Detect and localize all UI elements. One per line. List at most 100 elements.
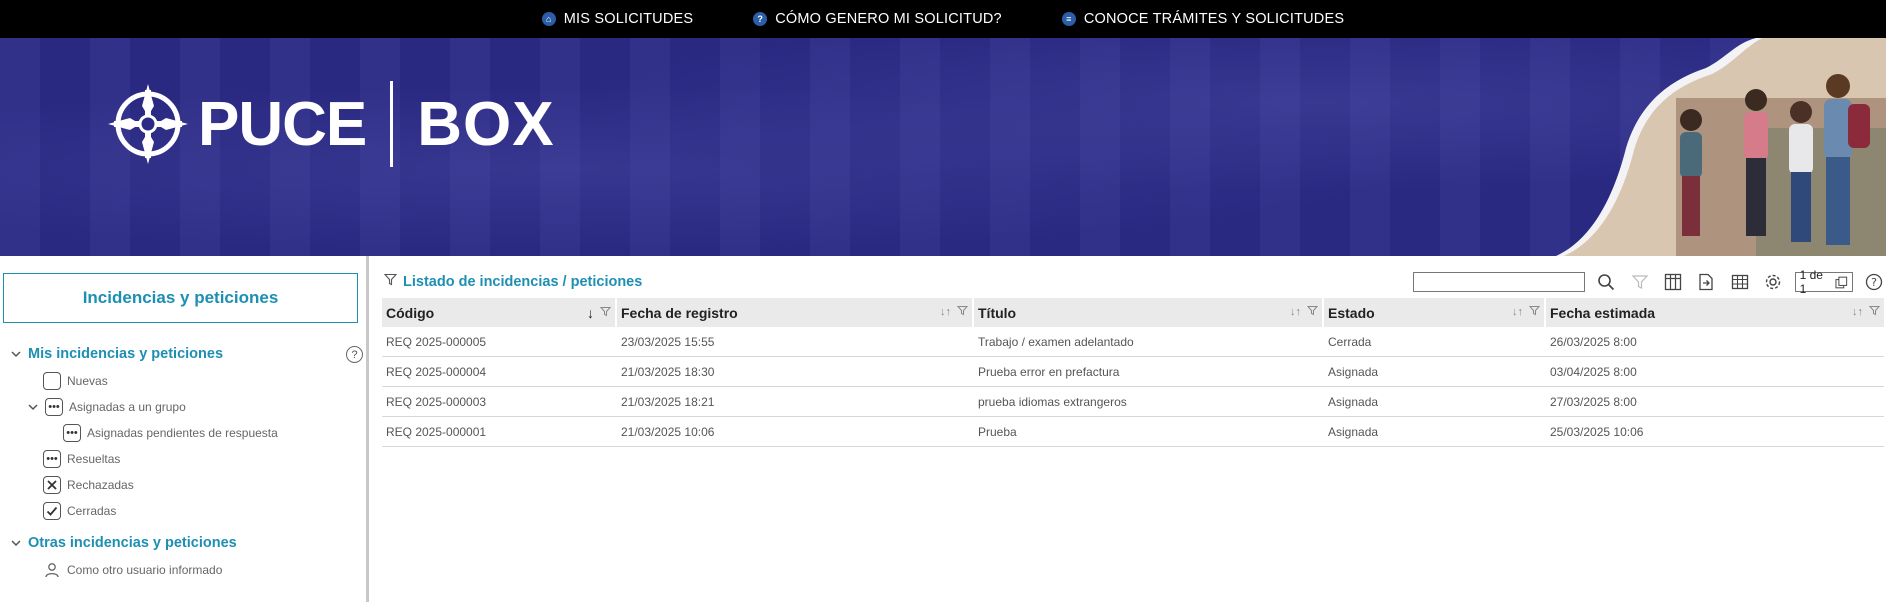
columns-icon[interactable]: [1661, 271, 1684, 293]
chevron-down-icon[interactable]: [10, 348, 22, 360]
tree-item-resueltas[interactable]: ••• Resueltas: [43, 450, 120, 468]
list-header: Listado de incidencias / peticiones: [383, 273, 643, 290]
col-header-fecha-estimada[interactable]: Fecha estimada ↓↑: [1546, 298, 1884, 327]
sort-icon[interactable]: ↓↑: [1852, 306, 1863, 318]
check-square-icon: [43, 502, 61, 520]
sort-icon[interactable]: ↓↑: [940, 306, 951, 318]
chevron-down-icon[interactable]: [27, 401, 39, 413]
sort-icon[interactable]: ↓↑: [1512, 306, 1523, 318]
sidebar-title[interactable]: Incidencias y peticiones: [3, 273, 358, 323]
table-row[interactable]: REQ 2025-000003 21/03/2025 18:21 prueba …: [382, 387, 1884, 417]
cell-codigo: REQ 2025-000003: [386, 394, 487, 409]
tree-item-asignadas-pendientes[interactable]: ••• Asignadas pendientes de respuesta: [63, 424, 278, 442]
nav-mis-solicitudes[interactable]: ⌂ MIS SOLICITUDES: [541, 11, 694, 27]
col-header-label: Título: [978, 304, 1017, 321]
sort-desc-icon[interactable]: ↓: [587, 305, 594, 321]
cell-fecha-registro: 21/03/2025 18:30: [621, 364, 715, 379]
clear-filter-icon[interactable]: [1628, 271, 1651, 293]
col-header-codigo[interactable]: Código ↓: [382, 298, 617, 327]
tree-item-label: Cerradas: [67, 504, 117, 518]
col-header-fecha-registro[interactable]: Fecha de registro ↓↑: [617, 298, 974, 327]
col-header-icons: ↓↑: [1852, 305, 1881, 319]
cell-titulo: prueba idiomas extrangeros: [978, 394, 1127, 409]
tree-item-otro-usuario[interactable]: Como otro usuario informado: [43, 561, 222, 579]
group-otras-incidencias[interactable]: Otras incidencias y peticiones: [10, 535, 237, 551]
user-icon: [43, 561, 61, 579]
filter-icon[interactable]: [599, 306, 612, 320]
tree-item-label: Resueltas: [67, 452, 121, 466]
sidebar: Incidencias y peticiones Mis incidencias…: [0, 256, 369, 602]
col-header-label: Estado: [1328, 304, 1375, 321]
cell-estado: Cerrada: [1328, 334, 1372, 349]
export-icon[interactable]: [1695, 271, 1718, 293]
nav-label: CÓMO GENERO MI SOLICITUD?: [775, 11, 1002, 27]
tree-item-nuevas[interactable]: Nuevas: [43, 372, 108, 390]
tree-item-label: Asignadas pendientes de respuesta: [87, 426, 278, 440]
col-header-icons: ↓: [587, 305, 612, 321]
cell-titulo: Prueba error en prefactura: [978, 364, 1120, 379]
dots-square-icon: •••: [63, 424, 81, 442]
col-header-estado[interactable]: Estado ↓↑: [1324, 298, 1546, 327]
home-icon: ⌂: [541, 12, 556, 26]
puce-emblem-icon: [108, 84, 188, 164]
header-banner: PUCE BOX: [0, 38, 1886, 256]
filter-icon[interactable]: [956, 305, 969, 319]
help-icon[interactable]: ?: [1863, 271, 1886, 293]
table-row[interactable]: REQ 2025-000001 21/03/2025 10:06 Prueba …: [382, 417, 1884, 447]
filter-icon[interactable]: [1868, 305, 1881, 319]
cell-codigo: REQ 2025-000001: [386, 424, 487, 439]
filter-icon[interactable]: [383, 273, 398, 290]
logo-divider: [390, 81, 394, 167]
chevron-down-icon[interactable]: [10, 537, 22, 549]
tree-item-rechazadas[interactable]: Rechazadas: [43, 476, 134, 494]
logo-product: BOX: [417, 89, 555, 159]
nav-label: CONOCE TRÁMITES Y SOLICITUDES: [1083, 11, 1345, 27]
table-view-icon[interactable]: [1728, 271, 1751, 293]
sort-icon[interactable]: ↓↑: [1290, 306, 1301, 318]
cell-fecha-estimada: 26/03/2025 8:00: [1550, 334, 1637, 349]
table-row[interactable]: REQ 2025-000004 21/03/2025 18:30 Prueba …: [382, 357, 1884, 387]
logo-brand: PUCE: [198, 89, 367, 159]
cell-titulo: Trabajo / examen adelantado: [978, 334, 1134, 349]
nav-label: MIS SOLICITUDES: [563, 11, 694, 27]
group-mis-incidencias[interactable]: Mis incidencias y peticiones: [10, 346, 223, 362]
filter-icon[interactable]: [1528, 305, 1541, 319]
svg-text:?: ?: [1871, 276, 1877, 289]
tree-item-cerradas[interactable]: Cerradas: [43, 502, 116, 520]
pagination-box[interactable]: 1 de 1: [1794, 268, 1853, 296]
tree-item-label: Como otro usuario informado: [67, 563, 223, 577]
dots-square-icon: •••: [45, 398, 63, 416]
main-panel: Listado de incidencias / peticiones 1 de…: [372, 256, 1886, 602]
tree-item-label: Rechazadas: [67, 478, 134, 492]
question-icon: ?: [753, 12, 768, 26]
students-photo: [1556, 38, 1886, 256]
search-input[interactable]: [1413, 272, 1585, 292]
table-row[interactable]: REQ 2025-000005 23/03/2025 15:55 Trabajo…: [382, 327, 1884, 357]
search-icon[interactable]: [1595, 271, 1618, 293]
cell-fecha-estimada: 27/03/2025 8:00: [1550, 394, 1637, 409]
col-header-icons: ↓↑: [1290, 305, 1319, 319]
group-label: Otras incidencias y peticiones: [28, 535, 237, 551]
requests-table: Código ↓ Fecha de registro ↓↑ Título ↓↑ …: [382, 298, 1884, 447]
nav-conoce-tramites[interactable]: ≡ CONOCE TRÁMITES Y SOLICITUDES: [1061, 11, 1345, 27]
cell-codigo: REQ 2025-000004: [386, 364, 487, 379]
cell-fecha-registro: 21/03/2025 18:21: [621, 394, 715, 409]
col-header-titulo[interactable]: Título ↓↑: [974, 298, 1324, 327]
help-icon[interactable]: ?: [346, 346, 363, 363]
document-icon: ≡: [1061, 12, 1076, 26]
col-header-label: Fecha de registro: [621, 304, 738, 321]
gear-icon[interactable]: [1761, 271, 1784, 293]
list-title: Listado de incidencias / peticiones: [403, 273, 643, 290]
filter-icon[interactable]: [1306, 305, 1319, 319]
cell-fecha-registro: 21/03/2025 10:06: [621, 424, 715, 439]
cell-codigo: REQ 2025-000005: [386, 334, 487, 349]
nav-como-genero[interactable]: ? CÓMO GENERO MI SOLICITUD?: [753, 11, 1002, 27]
cell-fecha-registro: 23/03/2025 15:55: [621, 334, 715, 349]
copy-icon: [1835, 276, 1848, 288]
puce-box-logo[interactable]: PUCE BOX: [104, 80, 555, 168]
col-header-label: Código: [386, 304, 435, 321]
tree-item-asignadas-grupo[interactable]: ••• Asignadas a un grupo: [27, 398, 186, 416]
list-toolbar: 1 de 1 ?: [1413, 268, 1886, 296]
dots-square-icon: •••: [43, 450, 61, 468]
group-label: Mis incidencias y peticiones: [28, 346, 224, 362]
